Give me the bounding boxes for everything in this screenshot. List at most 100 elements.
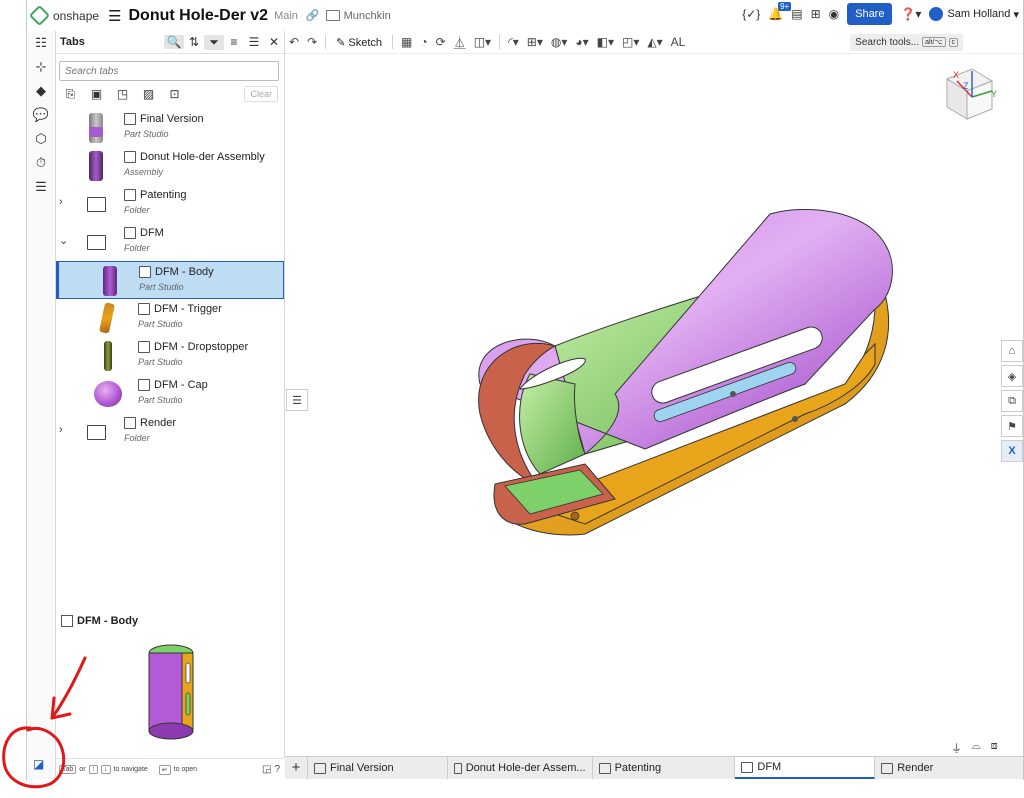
tab-dfm[interactable]: DFM	[735, 757, 876, 779]
tab-kind: Folder	[124, 205, 150, 215]
transform-icon[interactable]: ◕▾	[575, 35, 588, 49]
detail-view-icon[interactable]: ☰	[244, 35, 264, 49]
user-menu[interactable]: Sam Holland ▾	[929, 7, 1019, 21]
part-thumbnail	[103, 266, 117, 296]
tab-list-item-selected[interactable]: DFM - Body Part Studio	[56, 261, 284, 299]
loft-icon[interactable]: ⏅	[454, 34, 466, 51]
tabs-manager-icon[interactable]: ☷	[27, 31, 55, 55]
share-button[interactable]: Share	[847, 3, 893, 25]
tab-list-item[interactable]: DFM - Trigger Part Studio	[56, 299, 284, 337]
tab-name: DFM - Dropstopper	[138, 341, 248, 353]
image-filter-icon[interactable]: ▨	[140, 87, 157, 101]
toolbar-divider	[499, 35, 501, 49]
chevron-down-icon[interactable]: ⌄	[59, 234, 68, 247]
variables-icon[interactable]: {✓}	[742, 7, 760, 21]
filter-icon[interactable]: ⏷	[204, 34, 224, 50]
right-toolbar: ⌂ ◈ ⧉ ⚑ X	[1001, 340, 1023, 465]
add-tab-button[interactable]: +	[285, 757, 308, 779]
clear-filters-button[interactable]: Clear	[244, 86, 278, 102]
folder-icon	[598, 762, 611, 774]
sketch-button[interactable]: ✎ Sketch	[336, 36, 382, 49]
search-icon[interactable]: 🔍	[164, 35, 184, 49]
notifications-icon[interactable]: 🔔 9+	[768, 2, 792, 21]
mass-properties-icon[interactable]: ⌓	[972, 740, 981, 756]
measure-icon[interactable]: AL	[671, 35, 686, 49]
close-icon[interactable]: ✕	[264, 35, 284, 49]
appearance-icon[interactable]: ◆	[27, 79, 55, 103]
learning-icon[interactable]: ◉	[829, 7, 839, 21]
view-orientation-icon[interactable]: ⌂	[1001, 340, 1023, 362]
fillet-icon[interactable]: ◜▾	[508, 35, 519, 49]
chevron-right-icon[interactable]: ›	[59, 196, 63, 208]
folder-icon	[741, 761, 754, 773]
assembly-filter-icon[interactable]: ▣	[88, 87, 105, 101]
revolve-icon[interactable]: ◔	[420, 35, 427, 49]
insert-icon[interactable]: ⊹	[27, 55, 55, 79]
bom-icon[interactable]: ☰	[27, 175, 55, 199]
redo-icon[interactable]: ↷	[307, 35, 317, 49]
document-title[interactable]: Donut Hole-Der v2	[129, 7, 269, 25]
search-tools-button[interactable]: Search tools... alt/⌥ c	[850, 33, 963, 51]
extrude-icon[interactable]: ▦	[401, 35, 412, 49]
tab-donut-holder-assembly[interactable]: Donut Hole-der Assem...	[448, 757, 593, 779]
camera-icon[interactable]: ⧈	[991, 740, 998, 756]
part-studio-icon	[138, 303, 150, 315]
graphics-viewport[interactable]: X Y Z	[285, 54, 1023, 754]
onshape-logo[interactable]: onshape	[28, 4, 100, 27]
help-icon[interactable]: ?	[274, 764, 280, 775]
branch-name[interactable]: Main	[274, 10, 298, 22]
red-annotation	[2, 656, 87, 789]
folder-breadcrumb[interactable]: Munchkin	[325, 10, 391, 22]
sort-icon[interactable]: ⇅	[184, 35, 204, 49]
feature-studio-filter-icon[interactable]: ⊡	[166, 87, 183, 101]
tab-type-filters: ⎘ ▣ ◳ ▨ ⊡ Clear	[62, 81, 284, 107]
undo-icon[interactable]: ↶	[289, 35, 299, 49]
svg-text:Y: Y	[991, 89, 997, 99]
thicken-icon[interactable]: ◫▾	[474, 35, 491, 49]
drawing-filter-icon[interactable]: ◳	[114, 87, 131, 101]
measure-tool-icon[interactable]: ⏚	[951, 740, 962, 756]
tab-name: DFM	[124, 227, 164, 239]
boolean-icon[interactable]: ◍▾	[551, 35, 568, 49]
sweep-icon[interactable]: ⟳	[436, 35, 446, 49]
help-icon[interactable]: ❓▾	[900, 7, 921, 21]
tab-render[interactable]: Render	[875, 757, 1023, 779]
tab-list-item[interactable]: Final Version Part Studio	[56, 109, 284, 147]
tab-list-item[interactable]: DFM - Dropstopper Part Studio	[56, 337, 284, 375]
tab-list-item[interactable]: Donut Hole-der Assembly Assembly	[56, 147, 284, 185]
panel-toggle-icon[interactable]: ◲	[262, 764, 271, 775]
feature-list-toggle-button[interactable]: ☰	[286, 389, 308, 411]
list-view-icon[interactable]: ≡	[224, 35, 244, 49]
configurations-icon[interactable]: ⬡	[27, 127, 55, 151]
comments-icon[interactable]: 💬	[27, 103, 55, 127]
section-view-icon[interactable]: ⧉	[1001, 390, 1023, 412]
render-mode-icon[interactable]: ◈	[1001, 365, 1023, 387]
part-studio-filter-icon[interactable]: ⎘	[62, 87, 79, 102]
pattern-icon[interactable]: ⊞▾	[527, 35, 543, 49]
link-icon[interactable]: 🔗	[306, 9, 320, 22]
history-icon[interactable]: ⏱	[27, 151, 55, 175]
plane-icon[interactable]: ◧▾	[597, 35, 614, 49]
tab-kind: Part Studio	[139, 282, 184, 292]
donut-holder-model[interactable]: X Y Z	[285, 54, 1023, 754]
logo-text: onshape	[53, 8, 100, 23]
surface-icon[interactable]: ◰▾	[622, 35, 639, 49]
versions-icon[interactable]: ⊞	[811, 7, 821, 21]
chevron-right-icon[interactable]: ›	[59, 424, 63, 436]
named-views-icon[interactable]: ⚑	[1001, 415, 1023, 437]
sheet-metal-icon[interactable]: ◭▾	[647, 35, 662, 49]
hamburger-menu-icon[interactable]: ☰	[108, 7, 121, 25]
folder-icon	[881, 762, 894, 774]
x-icon[interactable]: X	[1001, 440, 1023, 462]
part-studio-icon	[138, 341, 150, 353]
search-tabs-input[interactable]	[59, 61, 279, 81]
tab-patenting[interactable]: Patenting	[593, 757, 736, 779]
tab-final-version[interactable]: Final Version	[308, 757, 448, 779]
tab-list-item[interactable]: › Render Folder	[56, 413, 284, 451]
assembly-icon	[453, 762, 462, 774]
tab-list-item[interactable]: ⌄ DFM Folder	[56, 223, 284, 261]
svg-text:Z: Z	[963, 81, 969, 91]
tab-list-item[interactable]: › Patenting Folder	[56, 185, 284, 223]
release-icon[interactable]: ▤	[791, 7, 802, 21]
tab-list-item[interactable]: DFM - Cap Part Studio	[56, 375, 284, 413]
